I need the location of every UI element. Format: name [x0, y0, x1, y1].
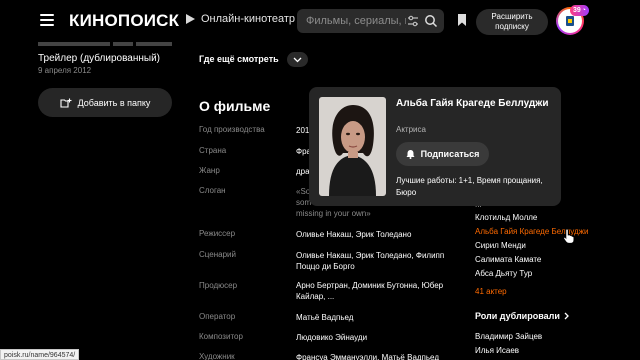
row-value-year[interactable]: 201 [296, 125, 309, 136]
extend-subscription-button[interactable]: Расширить подписку [476, 9, 548, 35]
online-cinema-link[interactable]: Онлайн-кинотеатр [186, 13, 295, 25]
row-label-artist: Художник [199, 352, 235, 360]
cast-item[interactable]: Салимата Камате [475, 255, 541, 264]
kinopoisk-logo[interactable]: КИНОПОИСК [69, 11, 179, 31]
row-label-operator: Оператор [199, 312, 236, 321]
best-works: Лучшие работы: 1+1, Время прощания, Бюро [396, 176, 543, 197]
dubbing-roles-label: Роли дублировали [475, 311, 560, 321]
search-box [297, 9, 444, 33]
row-value-screenplay-2[interactable]: Поццо ди Борго [296, 261, 355, 272]
person-role: Актриса [396, 125, 426, 134]
thumb-segment [38, 42, 110, 46]
person-photo[interactable] [319, 97, 386, 196]
row-label-year: Год производства [199, 125, 265, 134]
bookmark-icon[interactable] [457, 13, 467, 27]
row-value-screenplay-1[interactable]: Оливье Накаш, Эрик Толедано, Филипп [296, 250, 444, 261]
menu-icon[interactable] [40, 14, 54, 26]
plus-icon: ◔ [581, 7, 587, 14]
subscribe-line-1: Расширить [491, 12, 533, 21]
row-label-screenplay: Сценарий [199, 250, 236, 259]
folder-plus-icon [60, 98, 72, 108]
play-icon [186, 14, 195, 24]
cast-item[interactable]: Абса Дьяту Тур [475, 269, 532, 278]
row-label-country: Страна [199, 146, 227, 155]
chevron-right-icon [564, 312, 569, 320]
dubbing-item[interactable]: Илья Исаев [475, 346, 519, 355]
row-value-slogan-3: missing in your own» [296, 209, 371, 218]
row-value-genre[interactable]: дра [296, 166, 310, 177]
thumb-segment [136, 42, 172, 46]
where-to-watch-toggle[interactable] [287, 52, 308, 67]
row-label-director: Режиссер [199, 229, 236, 238]
about-film-heading: О фильме [199, 98, 271, 114]
search-input[interactable] [306, 9, 406, 33]
notification-badge: 39 ◔ [570, 5, 590, 16]
cast-item[interactable]: Клотильд Молле [475, 213, 537, 222]
row-label-composer: Композитор [199, 332, 243, 341]
top-bar: КИНОПОИСК Онлайн-кинотеатр Расширить под… [0, 0, 640, 42]
hand-cursor-icon [563, 228, 575, 244]
add-to-folder-button[interactable]: Добавить в папку [38, 88, 172, 117]
chevron-down-icon [293, 57, 302, 62]
all-actors-link[interactable]: 41 актер [475, 287, 507, 296]
row-value-artist[interactable]: Франсуа Эммануэлли, Матьё Вадпьед [296, 352, 439, 360]
subscribe-label: Подписаться [420, 149, 480, 159]
cast-item[interactable]: Сирил Менди [475, 241, 526, 250]
person-portrait-image [319, 97, 386, 196]
row-label-slogan: Слоган [199, 186, 226, 195]
badge-count: 39 [573, 7, 581, 14]
row-value-composer[interactable]: Людовико Эйнауди [296, 332, 367, 343]
status-bar-url: poisk.ru/name/964574/ [0, 349, 80, 360]
filter-icon[interactable] [407, 15, 419, 27]
thumb-segment [113, 42, 133, 46]
dubbing-item[interactable]: Владимир Зайцев [475, 332, 542, 341]
add-to-folder-label: Добавить в папку [77, 97, 151, 108]
row-value-producer-2[interactable]: Кайлар, ... [296, 291, 334, 302]
search-icon[interactable] [424, 14, 438, 28]
subscribe-line-2: подписку [495, 22, 529, 31]
trailer-date: 9 апреля 2012 [38, 66, 92, 75]
row-value-producer-1[interactable]: Арно Бертран, Доминик Бутонна, Юбер [296, 280, 443, 291]
bell-icon [406, 150, 415, 159]
person-name[interactable]: Альба Гайя Крагеде Беллуджи [396, 97, 554, 110]
row-label-producer: Продюсер [199, 281, 238, 290]
row-value-director[interactable]: Оливье Накаш, Эрик Толедано [296, 229, 411, 240]
online-cinema-label: Онлайн-кинотеатр [201, 13, 296, 25]
trailer-thumbnail-strip [38, 42, 172, 46]
dubbing-roles-heading[interactable]: Роли дублировали [475, 311, 569, 321]
subscribe-to-person-button[interactable]: Подписаться [396, 142, 489, 166]
person-preview-popup: Альба Гайя Крагеде Беллуджи Актриса Подп… [309, 87, 561, 206]
row-value-operator[interactable]: Матьё Вадпьед [296, 312, 353, 323]
where-to-watch-label[interactable]: Где ещё смотреть [199, 54, 279, 64]
row-label-genre: Жанр [199, 166, 220, 175]
trailer-title[interactable]: Трейлер (дублированный) [38, 53, 160, 64]
profile-icon [566, 16, 574, 26]
